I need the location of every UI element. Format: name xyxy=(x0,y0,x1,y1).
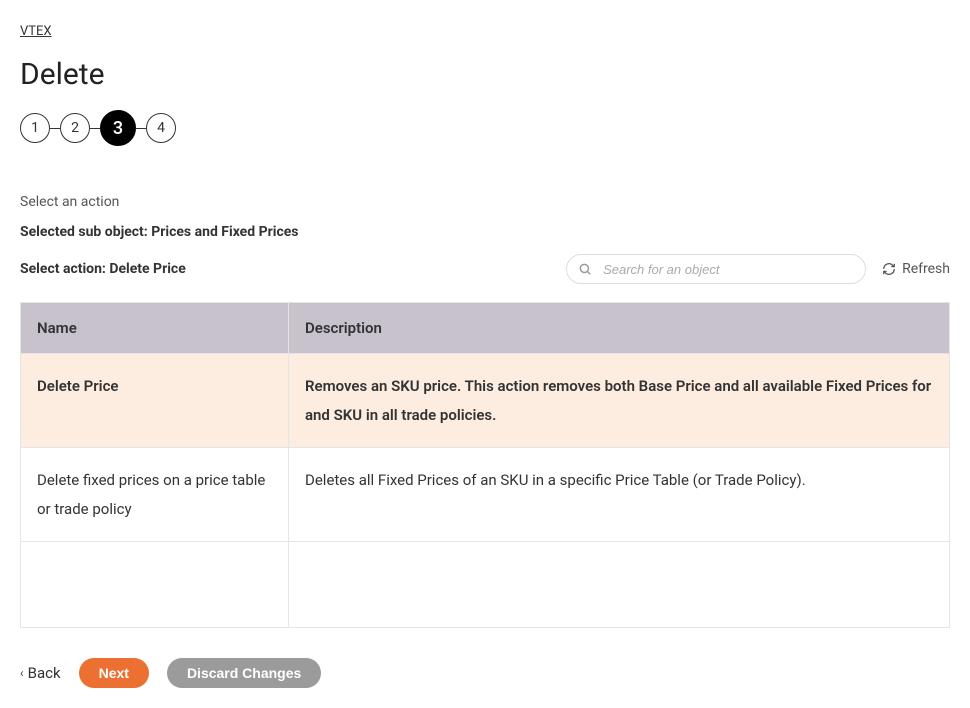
table-row[interactable]: Delete Price Removes an SKU price. This … xyxy=(21,354,950,448)
next-button[interactable]: Next xyxy=(79,658,149,688)
step-4[interactable]: 4 xyxy=(146,113,176,143)
search-input[interactable] xyxy=(566,254,866,284)
step-1[interactable]: 1 xyxy=(20,113,50,143)
table-cell-name: Delete Price xyxy=(21,354,289,448)
back-label: Back xyxy=(28,664,61,682)
selected-sub-object-label: Selected sub object: Prices and Fixed Pr… xyxy=(20,224,950,240)
instruction-text: Select an action xyxy=(20,194,950,210)
table-cell-description: Deletes all Fixed Prices of an SKU in a … xyxy=(289,448,950,542)
breadcrumb[interactable]: VTEX xyxy=(20,24,52,39)
search-icon xyxy=(578,262,592,276)
table-header-name: Name xyxy=(21,303,289,354)
discard-button[interactable]: Discard Changes xyxy=(167,658,321,688)
step-connector xyxy=(136,128,146,129)
step-2[interactable]: 2 xyxy=(60,113,90,143)
refresh-label: Refresh xyxy=(902,261,950,277)
footer: ‹ Back Next Discard Changes xyxy=(20,658,950,708)
step-connector xyxy=(50,128,60,129)
table-cell-description: Removes an SKU price. This action remove… xyxy=(289,354,950,448)
table-cell-name: Delete fixed prices on a price table or … xyxy=(21,448,289,542)
back-button[interactable]: ‹ Back xyxy=(20,664,61,682)
table-row[interactable]: Delete fixed prices on a price table or … xyxy=(21,448,950,542)
refresh-icon xyxy=(882,262,896,276)
select-action-label: Select action: Delete Price xyxy=(20,261,186,277)
page-title: Delete xyxy=(20,57,950,92)
search-wrap xyxy=(566,254,866,284)
actions-table: Name Description Delete Price Removes an… xyxy=(20,302,950,628)
chevron-left-icon: ‹ xyxy=(20,666,24,680)
table-header-description: Description xyxy=(289,303,950,354)
step-connector xyxy=(90,128,100,129)
stepper: 1 2 3 4 xyxy=(20,110,950,146)
table-row-empty xyxy=(21,542,950,628)
refresh-button[interactable]: Refresh xyxy=(882,261,950,277)
step-3[interactable]: 3 xyxy=(100,110,136,146)
